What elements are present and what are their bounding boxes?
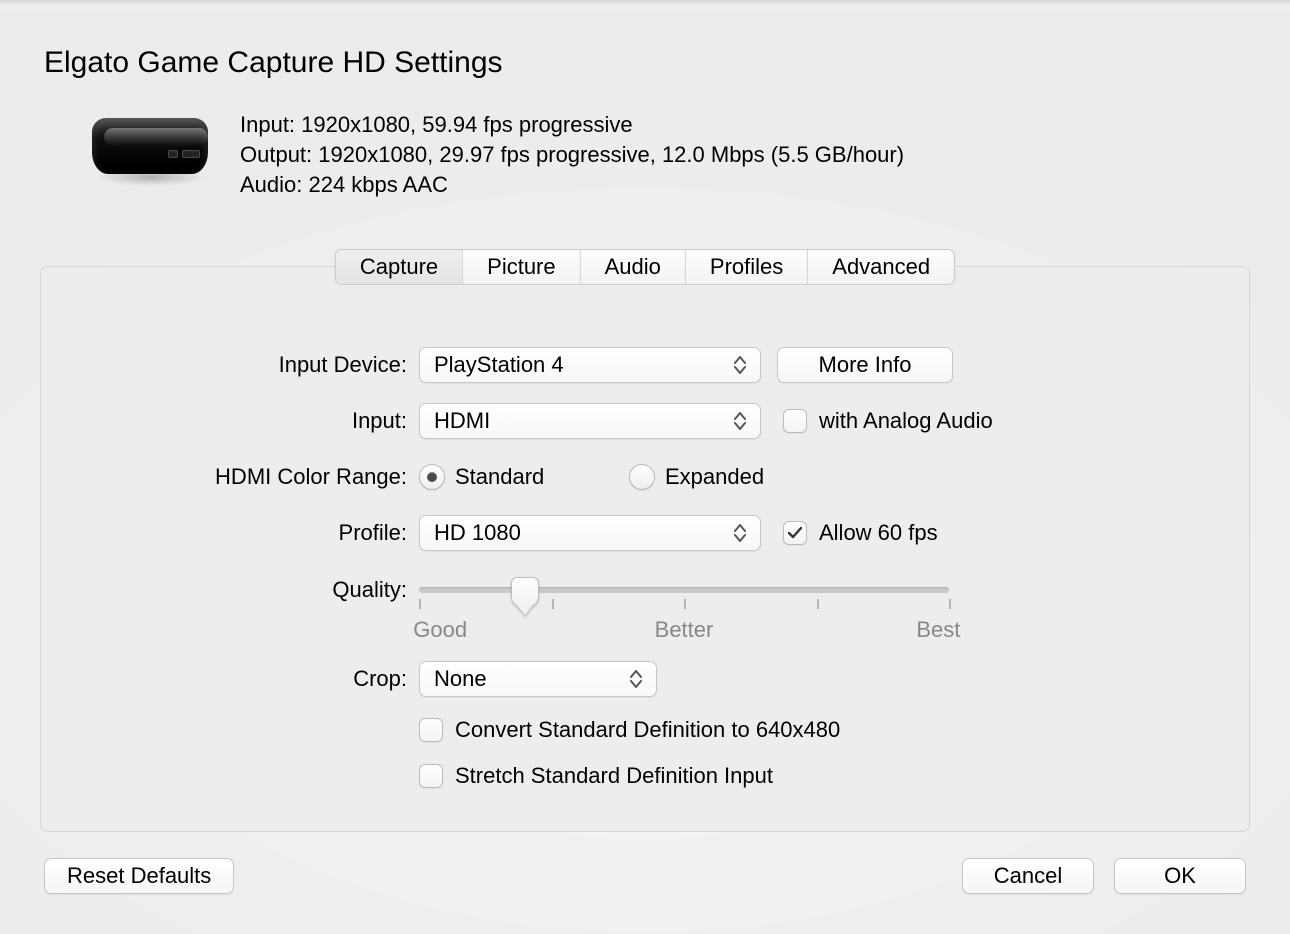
- radio-expanded-label: Expanded: [665, 464, 764, 490]
- input-device-select[interactable]: PlayStation 4: [419, 347, 761, 383]
- convert-sd-checkbox[interactable]: [419, 718, 443, 742]
- convert-sd-label: Convert Standard Definition to 640x480: [455, 717, 840, 743]
- settings-panel: Capture Picture Audio Profiles Advanced …: [40, 266, 1250, 832]
- summary-block: Input: 1920x1080, 59.94 fps progressive …: [240, 110, 904, 200]
- allow-60fps-label: Allow 60 fps: [819, 520, 938, 546]
- summary-output: Output: 1920x1080, 29.97 fps progressive…: [240, 140, 904, 170]
- reset-defaults-button[interactable]: Reset Defaults: [44, 858, 234, 894]
- crop-value: None: [434, 666, 487, 692]
- tab-capture[interactable]: Capture: [336, 250, 462, 284]
- label-color-range: HDMI Color Range:: [41, 464, 419, 490]
- page-title: Elgato Game Capture HD Settings: [44, 46, 503, 80]
- quality-slider[interactable]: [419, 571, 949, 611]
- profile-value: HD 1080: [434, 520, 521, 546]
- updown-icon: [734, 520, 754, 546]
- tab-advanced[interactable]: Advanced: [807, 250, 954, 284]
- stretch-sd-label: Stretch Standard Definition Input: [455, 763, 773, 789]
- crop-select[interactable]: None: [419, 661, 657, 697]
- label-quality: Quality:: [41, 571, 419, 603]
- profile-select[interactable]: HD 1080: [419, 515, 761, 551]
- allow-60fps-checkbox[interactable]: [783, 521, 807, 545]
- ok-button[interactable]: OK: [1114, 858, 1246, 894]
- updown-icon: [734, 352, 754, 378]
- device-image: [86, 112, 210, 192]
- input-select[interactable]: HDMI: [419, 403, 761, 439]
- updown-icon: [630, 666, 650, 692]
- radio-standard[interactable]: [419, 464, 445, 490]
- label-profile: Profile:: [41, 520, 419, 546]
- stretch-sd-checkbox[interactable]: [419, 764, 443, 788]
- label-input: Input:: [41, 408, 419, 434]
- tab-audio[interactable]: Audio: [580, 250, 685, 284]
- tab-bar: Capture Picture Audio Profiles Advanced: [335, 249, 955, 285]
- input-device-value: PlayStation 4: [434, 352, 564, 378]
- analog-audio-label: with Analog Audio: [819, 408, 993, 434]
- label-input-device: Input Device:: [41, 352, 419, 378]
- tab-profiles[interactable]: Profiles: [685, 250, 807, 284]
- more-info-button[interactable]: More Info: [777, 347, 953, 383]
- summary-audio: Audio: 224 kbps AAC: [240, 170, 904, 200]
- label-crop: Crop:: [41, 666, 419, 692]
- summary-input: Input: 1920x1080, 59.94 fps progressive: [240, 110, 904, 140]
- updown-icon: [734, 408, 754, 434]
- input-value: HDMI: [434, 408, 490, 434]
- radio-expanded[interactable]: [629, 464, 655, 490]
- tab-picture[interactable]: Picture: [462, 250, 579, 284]
- cancel-button[interactable]: Cancel: [962, 858, 1094, 894]
- analog-audio-checkbox[interactable]: [783, 409, 807, 433]
- radio-standard-label: Standard: [455, 464, 629, 490]
